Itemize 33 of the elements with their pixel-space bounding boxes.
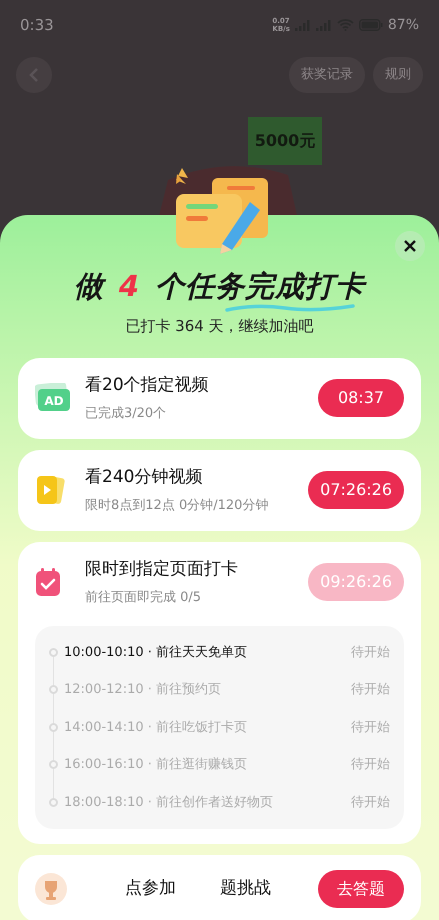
task-title: 点参加 xyxy=(125,877,176,900)
task-detail: 前往页面即完成 0/5 xyxy=(85,589,202,607)
countdown-button[interactable]: 08:37 xyxy=(318,379,404,417)
slot-status: 待开始 xyxy=(351,756,390,774)
sheet-title: 做 4 个任务完成打卡 xyxy=(74,271,366,301)
slot-status: 待开始 xyxy=(351,681,390,699)
status-time: 0:33 xyxy=(20,15,54,36)
video-icon xyxy=(35,474,65,506)
slot-label: 12:00-12:10 · 前往预约页 xyxy=(64,681,222,699)
sheet-subtitle: 已打卡 364 天，继续加油吧 xyxy=(125,316,314,337)
slot-label: 16:00-16:10 · 前往逛街赚钱页 xyxy=(64,756,248,774)
slot-label: 14:00-14:10 · 前往吃饭打卡页 xyxy=(64,718,248,736)
battery-level: 87% xyxy=(388,16,419,35)
task-title: 题挑战 xyxy=(220,877,271,900)
prize-tag: 5000元 xyxy=(248,117,322,165)
close-button[interactable] xyxy=(395,231,425,261)
slot-status: 待开始 xyxy=(351,794,390,812)
trophy-icon xyxy=(35,873,67,905)
task-title: 看240分钟视频 xyxy=(85,466,204,488)
task-detail: 限时8点到12点 0分钟/120分钟 xyxy=(85,497,270,515)
answer-button[interactable]: 去答题 xyxy=(318,870,404,908)
task-detail: 已完成3/20个 xyxy=(85,405,168,423)
task-title: 限时到指定页面打卡 xyxy=(85,558,239,580)
slot-label: 18:00-18:10 · 前往创作者送好物页 xyxy=(64,794,274,812)
slot-status: 待开始 xyxy=(351,718,390,736)
task-title: 看20个指定视频 xyxy=(85,374,210,396)
header-button[interactable]: 规则 xyxy=(373,56,423,92)
close-icon xyxy=(404,240,416,252)
header-button[interactable]: 获奖记录 xyxy=(289,56,365,92)
slot-status: 待开始 xyxy=(351,644,390,662)
slot-label: 10:00-10:10 · 前往天天免单页 xyxy=(64,644,248,662)
calendar-check-icon xyxy=(35,567,61,597)
countdown-button[interactable]: 07:26:26 xyxy=(308,471,404,509)
